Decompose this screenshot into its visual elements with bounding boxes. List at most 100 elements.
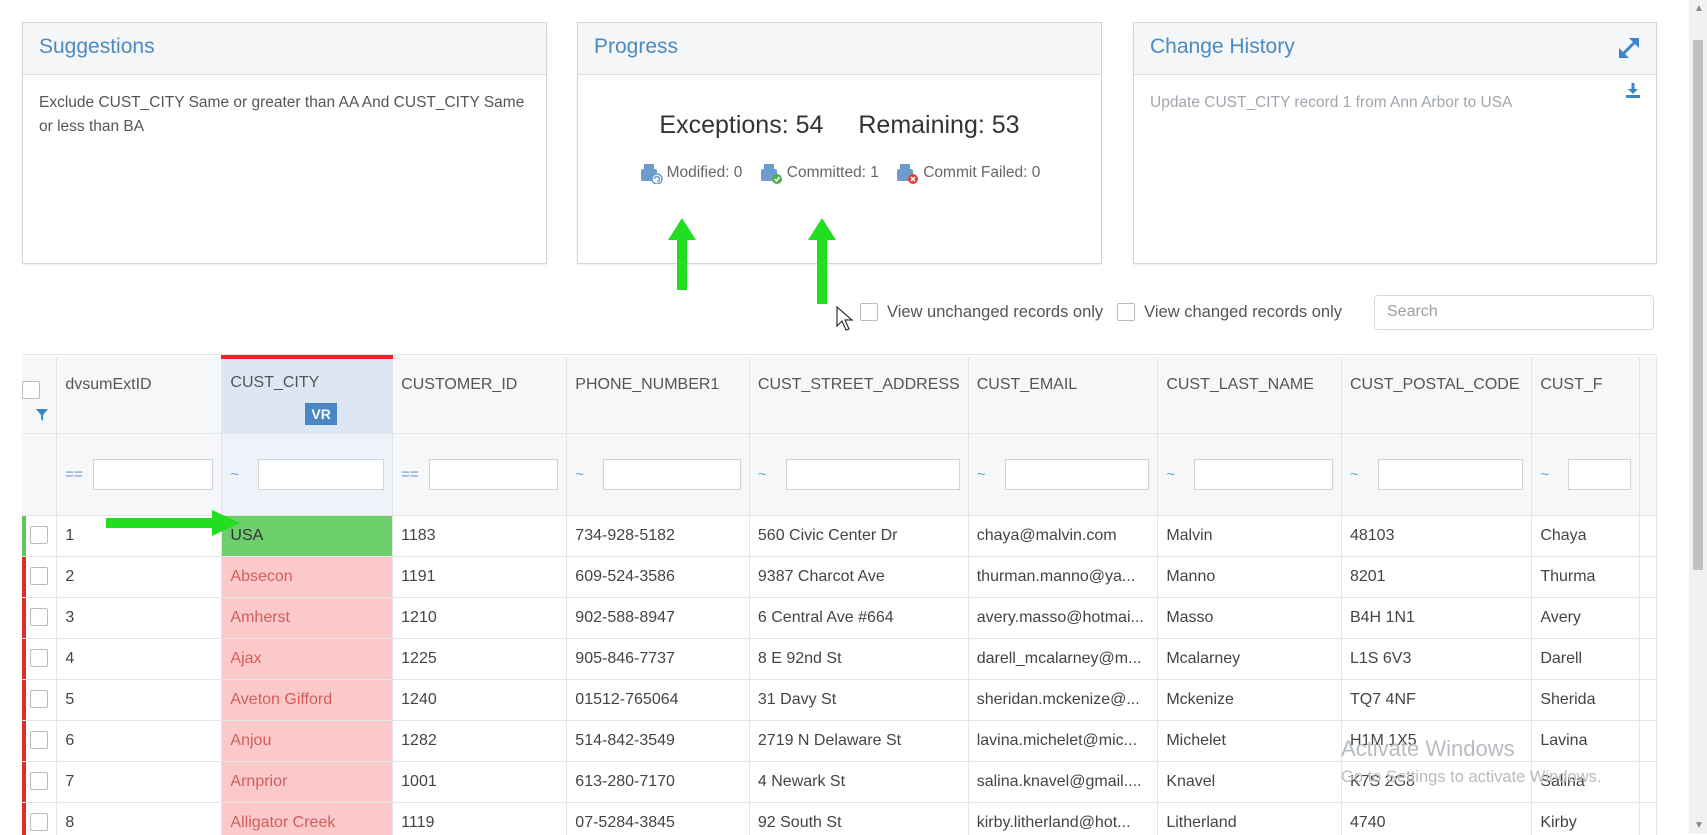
- column-filter-input[interactable]: [786, 459, 960, 490]
- cell-cust-city[interactable]: Alligator Creek: [222, 802, 393, 835]
- column-header-cust-email[interactable]: CUST_EMAIL: [968, 357, 1158, 433]
- cell-cust-postal-code[interactable]: 8201: [1341, 556, 1531, 597]
- cell-cust-postal-code[interactable]: TQ7 4NF: [1341, 679, 1531, 720]
- cell-cust-f[interactable]: Chaya: [1532, 515, 1640, 556]
- column-filter-input[interactable]: [93, 459, 213, 490]
- cell-cust-last-name[interactable]: Litherland: [1158, 802, 1342, 835]
- cell-cust-street-address[interactable]: 92 South St: [749, 802, 968, 835]
- row-checkbox[interactable]: [30, 649, 48, 667]
- cell-cust-street-address[interactable]: 4 Newark St: [749, 761, 968, 802]
- filter-operator[interactable]: ==: [65, 466, 93, 483]
- cell-phone-number1[interactable]: 613-280-7170: [567, 761, 750, 802]
- cell-cust-city[interactable]: Ajax: [222, 638, 393, 679]
- table-row[interactable]: 3Amherst1210902-588-89476 Central Ave #6…: [22, 597, 1657, 638]
- cell-customer-id[interactable]: 1210: [393, 597, 567, 638]
- table-row[interactable]: 7Arnprior1001613-280-71704 Newark Stsali…: [22, 761, 1657, 802]
- cell-cust-last-name[interactable]: Mcalarney: [1158, 638, 1342, 679]
- cell-cust-postal-code[interactable]: B4H 1N1: [1341, 597, 1531, 638]
- cell-cust-email[interactable]: avery.masso@hotmai...: [968, 597, 1158, 638]
- cell-dvsumextid[interactable]: 7: [57, 761, 222, 802]
- select-all-checkbox[interactable]: [22, 381, 40, 399]
- cell-cust-city[interactable]: Absecon: [222, 556, 393, 597]
- cell-customer-id[interactable]: 1183: [393, 515, 567, 556]
- cell-cust-f[interactable]: Salina: [1532, 761, 1640, 802]
- cell-cust-f[interactable]: Kirby: [1532, 802, 1640, 835]
- cell-cust-postal-code[interactable]: 4740: [1341, 802, 1531, 835]
- row-checkbox[interactable]: [30, 567, 48, 585]
- cell-cust-f[interactable]: Sherida: [1532, 679, 1640, 720]
- cell-dvsumextid[interactable]: 2: [57, 556, 222, 597]
- cell-phone-number1[interactable]: 734-928-5182: [567, 515, 750, 556]
- cell-cust-last-name[interactable]: Manno: [1158, 556, 1342, 597]
- cell-dvsumextid[interactable]: 5: [57, 679, 222, 720]
- cell-customer-id[interactable]: 1191: [393, 556, 567, 597]
- vertical-scrollbar[interactable]: ▲ ▼: [1689, 0, 1707, 834]
- cell-cust-street-address[interactable]: 6 Central Ave #664: [749, 597, 968, 638]
- row-checkbox[interactable]: [30, 813, 48, 831]
- filter-operator[interactable]: ==: [401, 466, 429, 483]
- row-checkbox[interactable]: [30, 690, 48, 708]
- column-header-customer-id[interactable]: CUSTOMER_ID: [393, 357, 567, 433]
- cell-phone-number1[interactable]: 609-524-3586: [567, 556, 750, 597]
- vr-badge[interactable]: VR: [305, 403, 336, 425]
- cell-dvsumextid[interactable]: 3: [57, 597, 222, 638]
- cell-phone-number1[interactable]: 514-842-3549: [567, 720, 750, 761]
- cell-cust-postal-code[interactable]: 48103: [1341, 515, 1531, 556]
- cell-cust-city[interactable]: Aveton Gifford: [222, 679, 393, 720]
- table-row[interactable]: 8Alligator Creek111907-5284-384592 South…: [22, 802, 1657, 835]
- cell-customer-id[interactable]: 1225: [393, 638, 567, 679]
- cell-cust-email[interactable]: chaya@malvin.com: [968, 515, 1158, 556]
- cell-cust-f[interactable]: Thurma: [1532, 556, 1640, 597]
- cell-customer-id[interactable]: 1240: [393, 679, 567, 720]
- cell-cust-postal-code[interactable]: K7S 2G8: [1341, 761, 1531, 802]
- scrollbar-thumb[interactable]: [1693, 40, 1703, 570]
- filter-operator[interactable]: ~: [1540, 466, 1568, 483]
- cell-cust-city[interactable]: USA: [222, 515, 393, 556]
- row-checkbox[interactable]: [30, 772, 48, 790]
- cell-customer-id[interactable]: 1001: [393, 761, 567, 802]
- cell-dvsumextid[interactable]: 8: [57, 802, 222, 835]
- cell-cust-email[interactable]: salina.knavel@gmail....: [968, 761, 1158, 802]
- column-header-cust-city[interactable]: CUST_CITYVR: [222, 357, 393, 433]
- cell-cust-street-address[interactable]: 2719 N Delaware St: [749, 720, 968, 761]
- cell-cust-street-address[interactable]: 8 E 92nd St: [749, 638, 968, 679]
- row-checkbox[interactable]: [30, 526, 48, 544]
- cell-cust-last-name[interactable]: Mckenize: [1158, 679, 1342, 720]
- cell-cust-postal-code[interactable]: L1S 6V3: [1341, 638, 1531, 679]
- row-checkbox[interactable]: [30, 731, 48, 749]
- cell-cust-email[interactable]: kirby.litherland@hot...: [968, 802, 1158, 835]
- filter-icon[interactable]: [36, 409, 48, 421]
- cell-phone-number1[interactable]: 07-5284-3845: [567, 802, 750, 835]
- column-filter-input[interactable]: [603, 459, 741, 490]
- cell-cust-email[interactable]: lavina.michelet@mic...: [968, 720, 1158, 761]
- scroll-up-icon[interactable]: ▲: [1694, 3, 1704, 14]
- cell-phone-number1[interactable]: 902-588-8947: [567, 597, 750, 638]
- scroll-down-icon[interactable]: ▼: [1694, 820, 1704, 831]
- filter-operator[interactable]: ~: [575, 466, 603, 483]
- cell-cust-last-name[interactable]: Knavel: [1158, 761, 1342, 802]
- column-header-cust-last-name[interactable]: CUST_LAST_NAME: [1158, 357, 1342, 433]
- cell-cust-city[interactable]: Arnprior: [222, 761, 393, 802]
- column-header-cust-street-address[interactable]: CUST_STREET_ADDRESS: [749, 357, 968, 433]
- column-header-cust-postal-code[interactable]: CUST_POSTAL_CODE: [1341, 357, 1531, 433]
- cell-dvsumextid[interactable]: 1: [57, 515, 222, 556]
- column-filter-input[interactable]: [1378, 459, 1523, 490]
- cell-cust-street-address[interactable]: 560 Civic Center Dr: [749, 515, 968, 556]
- cell-cust-f[interactable]: Darell: [1532, 638, 1640, 679]
- cell-cust-city[interactable]: Anjou: [222, 720, 393, 761]
- filter-operator[interactable]: ~: [230, 466, 258, 483]
- cell-cust-street-address[interactable]: 31 Davy St: [749, 679, 968, 720]
- expand-icon[interactable]: [1616, 35, 1642, 61]
- table-row[interactable]: 6Anjou1282514-842-35492719 N Delaware St…: [22, 720, 1657, 761]
- cell-cust-f[interactable]: Avery: [1532, 597, 1640, 638]
- cell-cust-last-name[interactable]: Masso: [1158, 597, 1342, 638]
- cell-cust-f[interactable]: Lavina: [1532, 720, 1640, 761]
- table-row[interactable]: 1USA1183734-928-5182560 Civic Center Drc…: [22, 515, 1657, 556]
- filter-operator[interactable]: ~: [1350, 466, 1378, 483]
- cell-customer-id[interactable]: 1282: [393, 720, 567, 761]
- column-filter-input[interactable]: [1194, 459, 1333, 490]
- view-unchanged-option[interactable]: View unchanged records only: [860, 303, 1103, 322]
- cell-dvsumextid[interactable]: 4: [57, 638, 222, 679]
- column-filter-input[interactable]: [1568, 459, 1631, 490]
- cell-cust-email[interactable]: sheridan.mckenize@...: [968, 679, 1158, 720]
